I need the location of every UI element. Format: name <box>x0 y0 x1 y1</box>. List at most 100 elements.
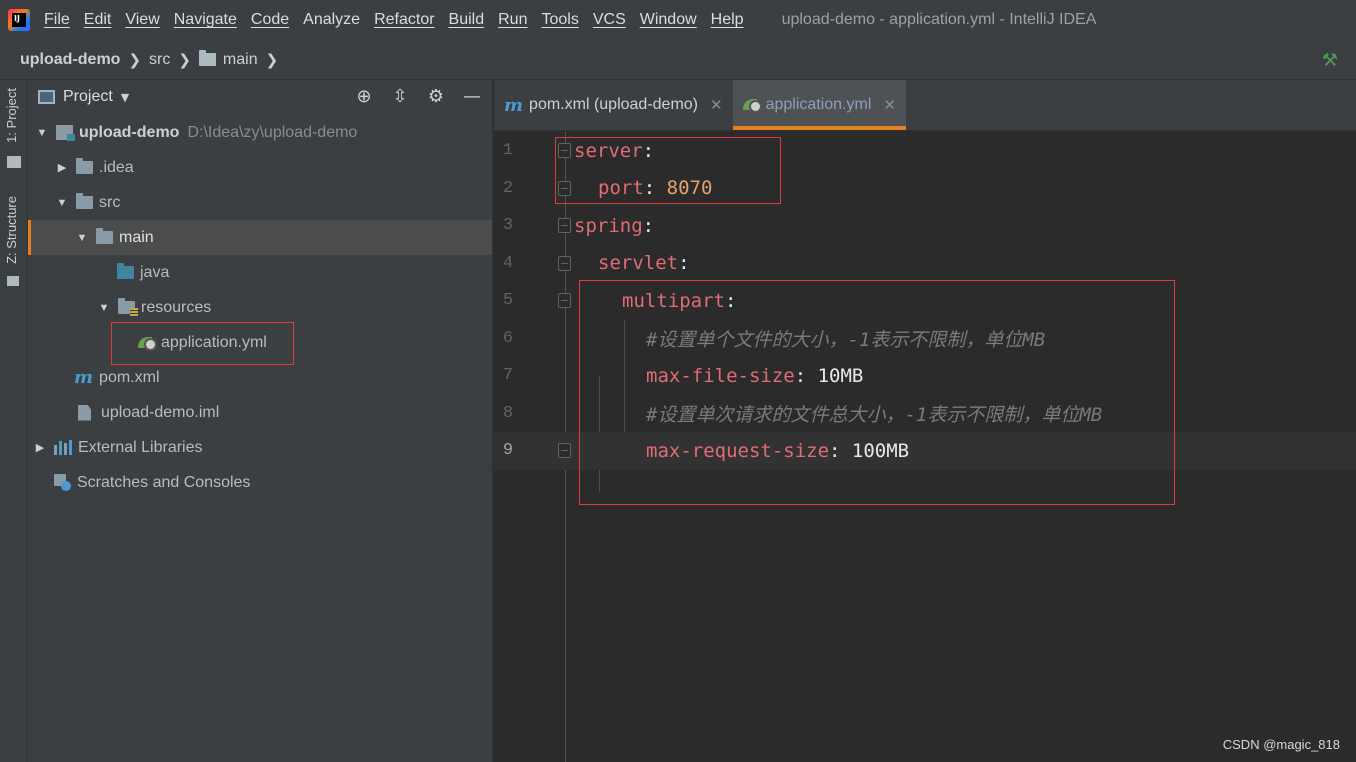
tree-item-label: .idea <box>99 158 134 176</box>
tab-label: pom.xml (upload-demo) <box>529 96 698 113</box>
tree-item-resources[interactable]: ▼ resources <box>28 290 492 325</box>
menu-bar: IJ File Edit View Navigate Code Analyze … <box>0 0 1356 40</box>
highlight-box-application-yml <box>111 322 294 365</box>
tree-item-pom-xml[interactable]: m pom.xml <box>28 360 492 395</box>
project-view-icon <box>38 90 55 104</box>
fold-end-marker-icon[interactable] <box>558 443 571 459</box>
tree-item-src[interactable]: ▼ src <box>28 185 492 220</box>
close-icon[interactable]: ✕ <box>710 96 723 114</box>
close-icon[interactable]: ✕ <box>883 96 896 114</box>
tab-pom-xml[interactable]: m pom.xml (upload-demo) ✕ <box>494 80 733 130</box>
project-tool-tab[interactable]: 1: Project <box>4 88 19 143</box>
tab-application-yml[interactable]: application.yml ✕ <box>732 80 907 130</box>
breadcrumb-src[interactable]: src <box>149 51 170 69</box>
folder-icon <box>198 50 216 66</box>
source-folder-icon <box>117 263 134 279</box>
tab-label: application.yml <box>765 96 872 113</box>
module-icon <box>56 125 75 141</box>
spring-config-icon <box>742 97 762 113</box>
build-hammer-icon[interactable]: ⚒ <box>1322 50 1338 71</box>
line-number: 4 <box>502 253 514 273</box>
fold-marker-icon[interactable] <box>558 218 571 234</box>
menu-navigate[interactable]: Navigate <box>174 11 237 29</box>
maven-icon: m <box>74 367 94 388</box>
expand-arrow-icon[interactable]: ▼ <box>76 232 88 244</box>
yaml-key: servlet <box>598 252 679 275</box>
chevron-right-icon: ❯ <box>178 50 191 69</box>
project-panel-header: Project ▼ ⊕ ⇳ ⚙ — <box>28 80 492 114</box>
chevron-right-icon: ❯ <box>128 50 142 69</box>
tree-item-label: upload-demo <box>79 123 180 141</box>
menu-run[interactable]: Run <box>498 11 527 29</box>
menu-build[interactable]: Build <box>449 11 485 29</box>
line-number: 2 <box>502 178 514 198</box>
tree-item-label: Scratches and Consoles <box>77 473 251 491</box>
breadcrumb: upload-demo ❯ src ❯ main ❯ ⚒ <box>0 40 1356 80</box>
menu-window[interactable]: Window <box>640 11 697 29</box>
resources-folder-icon <box>118 298 138 316</box>
chevron-right-icon: ❯ <box>265 50 279 69</box>
code-line[interactable]: 4 servlet: <box>494 245 1356 283</box>
tree-item-path: D:\Idea\zy\upload-demo <box>187 123 358 141</box>
collapse-arrow-icon[interactable]: ▶ <box>34 441 46 454</box>
maven-icon: m <box>504 94 524 116</box>
gear-icon[interactable]: ⚙ <box>426 86 446 107</box>
tree-item-idea[interactable]: ▶ .idea <box>28 150 492 185</box>
menu-tools[interactable]: Tools <box>541 11 578 29</box>
tree-item-main[interactable]: ▼ main <box>28 220 492 255</box>
yaml-separator: : <box>678 252 690 275</box>
project-view-title[interactable]: Project <box>63 88 113 106</box>
expand-arrow-icon[interactable]: ▼ <box>56 197 68 209</box>
highlight-box-server-port <box>555 137 781 204</box>
iml-file-icon <box>78 404 91 421</box>
code-line[interactable]: 3 spring: <box>494 207 1356 245</box>
line-number: 8 <box>502 403 514 423</box>
tree-item-scratches[interactable]: Scratches and Consoles <box>28 465 492 500</box>
watermark: CSDN @magic_818 <box>1222 737 1340 752</box>
intellij-logo-icon[interactable]: IJ <box>8 9 30 31</box>
structure-tool-tab[interactable]: Z: Structure <box>4 196 19 264</box>
breadcrumb-project[interactable]: upload-demo <box>20 51 120 69</box>
editor-tab-bar: m pom.xml (upload-demo) ✕ application.ym… <box>494 80 1356 131</box>
highlight-box-multipart <box>579 280 1175 505</box>
menu-help[interactable]: Help <box>711 11 744 29</box>
menu-file[interactable]: File <box>44 11 70 29</box>
tree-item-label: main <box>119 228 154 246</box>
tree-item-external-libraries[interactable]: ▶ External Libraries <box>28 430 492 465</box>
fold-marker-icon[interactable] <box>558 255 571 271</box>
locate-target-icon[interactable]: ⊕ <box>354 86 374 107</box>
folder-icon <box>76 158 93 174</box>
folder-icon <box>96 228 113 244</box>
menu-analyze[interactable]: Analyze <box>303 11 360 29</box>
structure-tool-icon[interactable] <box>7 276 19 286</box>
tree-item-label: External Libraries <box>78 438 203 456</box>
collapse-all-icon[interactable]: ⇳ <box>390 86 410 107</box>
scratches-icon <box>54 474 71 491</box>
tree-item-label: src <box>99 193 121 211</box>
line-number: 1 <box>502 141 514 161</box>
tree-item-label: java <box>140 263 170 281</box>
selection-marker <box>28 220 31 255</box>
menu-code[interactable]: Code <box>251 11 289 29</box>
tree-item-java[interactable]: java <box>28 255 492 290</box>
collapse-arrow-icon[interactable]: ▶ <box>56 161 68 174</box>
menu-refactor[interactable]: Refactor <box>374 11 434 29</box>
dropdown-caret-icon[interactable]: ▼ <box>121 91 129 104</box>
project-tool-icon[interactable] <box>7 156 21 168</box>
menu-view[interactable]: View <box>125 11 159 29</box>
library-icon <box>54 440 72 455</box>
tree-item-upload-demo[interactable]: ▼ upload-demo D:\Idea\zy\upload-demo <box>28 115 492 150</box>
tool-window-strip: 1: Project Z: Structure <box>0 80 28 762</box>
expand-arrow-icon[interactable]: ▼ <box>36 127 48 139</box>
line-number: 5 <box>502 291 514 311</box>
tree-item-upload-demo-iml[interactable]: upload-demo.iml <box>28 395 492 430</box>
breadcrumb-main[interactable]: main <box>198 50 258 69</box>
fold-marker-icon[interactable] <box>558 293 571 309</box>
line-number: 6 <box>502 328 514 348</box>
breadcrumb-main-label: main <box>222 50 258 68</box>
minimize-icon[interactable]: — <box>462 86 482 107</box>
menu-edit[interactable]: Edit <box>84 11 112 29</box>
menu-vcs[interactable]: VCS <box>593 11 626 29</box>
tree-item-label: upload-demo.iml <box>101 403 220 421</box>
expand-arrow-icon[interactable]: ▼ <box>98 302 110 314</box>
